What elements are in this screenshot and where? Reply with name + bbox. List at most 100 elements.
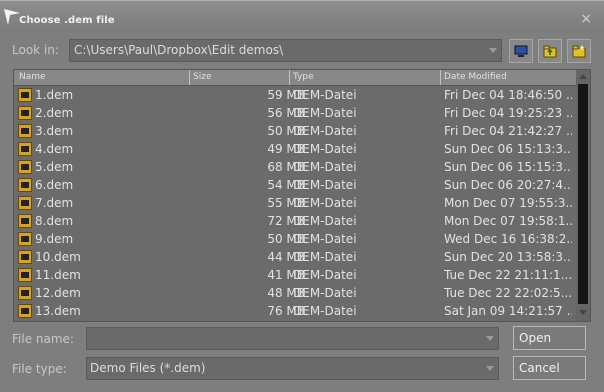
file-date-cell: Fri Dec 04 18:46:50 ... [444,88,572,102]
chevron-down-icon[interactable] [486,366,494,371]
dem-file-icon [18,142,32,156]
file-type-cell: DEM-Datei [293,214,357,228]
file-type-value: Demo Files (*.dem) [90,361,206,375]
dem-file-icon [18,232,32,246]
new-folder-icon [572,45,586,58]
scroll-down-icon[interactable] [579,310,587,315]
dem-file-icon [18,304,32,318]
table-row[interactable]: 4.dem 49 MB DEM-Datei Sun Dec 06 15:13:3... [14,140,577,158]
table-row[interactable]: 1.dem 59 MB DEM-Datei Fri Dec 04 18:46:50 .… [14,86,577,104]
table-row[interactable]: 2.dem 56 MB DEM-Datei Fri Dec 04 19:25:23 .… [14,104,577,122]
up-folder-icon [543,45,557,58]
file-name-cell: 9.dem [35,232,74,246]
table-row[interactable]: 6.dem 54 MB DEM-Datei Sun Dec 06 20:27:4... [14,176,577,194]
dem-file-icon [18,178,32,192]
file-type-cell: DEM-Datei [293,106,357,120]
file-date-cell: Tue Dec 22 22:02:5... [444,286,572,300]
file-type-cell: DEM-Datei [293,268,357,282]
file-name-cell: 11.dem [35,268,81,282]
file-date-cell: Wed Dec 16 16:38:2... [444,232,572,246]
file-name-cell: 2.dem [35,106,74,120]
file-name-cell: 12.dem [35,286,81,300]
table-row[interactable]: 11.dem 41 MB DEM-Datei Tue Dec 22 21:11:1..… [14,266,577,284]
table-row[interactable]: 9.dem 50 MB DEM-Datei Wed Dec 16 16:38:2... [14,230,577,248]
dem-file-icon [18,250,32,264]
file-type-cell: DEM-Datei [293,196,357,210]
file-type-cell: DEM-Datei [293,250,357,264]
file-date-cell: Fri Dec 04 21:42:27 ... [444,124,572,138]
dialog-corner-icon [4,9,20,25]
file-chooser-dialog: Choose .dem file × Look in: C:\Users\Pau… [0,0,604,392]
table-row[interactable]: 8.dem 72 MB DEM-Datei Mon Dec 07 19:58:1... [14,212,577,230]
scrollbar-thumb[interactable] [578,84,588,304]
file-date-cell: Sun Dec 20 13:58:3... [444,250,572,264]
table-row[interactable]: 3.dem 50 MB DEM-Datei Fri Dec 04 21:42:27 .… [14,122,577,140]
file-type-cell: DEM-Datei [293,142,357,156]
column-header-row: Name Size Type Date Modified [14,70,577,86]
file-name-cell: 7.dem [35,196,74,210]
up-folder-button[interactable] [538,39,562,63]
file-name-cell: 1.dem [35,88,74,102]
dialog-title: Choose .dem file [19,15,115,26]
file-name-cell: 13.dem [35,304,81,318]
file-date-cell: Sat Jan 09 14:21:57 ... [444,304,572,318]
file-name-field[interactable] [86,327,499,350]
file-name-cell: 10.dem [35,250,81,264]
file-type-select[interactable]: Demo Files (*.dem) [86,357,499,380]
file-type-cell: DEM-Datei [293,232,357,246]
file-name-cell: 4.dem [35,142,74,156]
table-row[interactable]: 5.dem 68 MB DEM-Datei Sun Dec 06 15:15:3... [14,158,577,176]
cancel-button[interactable]: Cancel [513,356,586,380]
file-date-cell: Tue Dec 22 21:11:1... [444,268,572,282]
file-type-cell: DEM-Datei [293,178,357,192]
file-date-cell: Mon Dec 07 19:55:3... [444,196,572,210]
close-icon[interactable]: × [580,12,592,26]
file-date-cell: Sun Dec 06 15:13:3... [444,142,572,156]
dem-file-icon [18,106,32,120]
look-in-path: C:\Users\Paul\Dropbox\Edit demos\ [74,43,284,57]
file-date-cell: Fri Dec 04 19:25:23 ... [444,106,572,120]
file-rows: 1.dem 59 MB DEM-Datei Fri Dec 04 18:46:50 .… [14,86,577,320]
dem-file-icon [18,124,32,138]
scroll-up-icon[interactable] [579,74,587,79]
look-in-combo[interactable]: C:\Users\Paul\Dropbox\Edit demos\ [69,39,502,62]
column-header-date[interactable]: Date Modified [444,72,507,83]
file-name-label: File name: [12,332,74,346]
file-date-cell: Sun Dec 06 15:15:3... [444,160,572,174]
file-name-cell: 5.dem [35,160,74,174]
file-name-cell: 8.dem [35,214,74,228]
column-header-name[interactable]: Name [19,72,46,83]
dem-file-icon [18,286,32,300]
chevron-down-icon[interactable] [486,336,494,341]
dem-file-icon [18,196,32,210]
file-type-cell: DEM-Datei [293,124,357,138]
file-date-cell: Mon Dec 07 19:58:1... [444,214,572,228]
file-name-cell: 3.dem [35,124,74,138]
column-header-size[interactable]: Size [193,72,211,83]
file-type-label: File type: [12,362,67,376]
table-row[interactable]: 13.dem 76 MB DEM-Datei Sat Jan 09 14:21:57 … [14,302,577,320]
desktop-icon [514,45,528,57]
file-name-cell: 6.dem [35,178,74,192]
file-type-cell: DEM-Datei [293,286,357,300]
file-list[interactable]: Name Size Type Date Modified 1.dem 59 MB D… [13,69,591,322]
desktop-button[interactable] [509,39,533,63]
table-row[interactable]: 7.dem 55 MB DEM-Datei Mon Dec 07 19:55:3... [14,194,577,212]
new-folder-button[interactable] [567,39,591,63]
dem-file-icon [18,160,32,174]
title-bar[interactable]: Choose .dem file × [0,1,604,31]
file-type-cell: DEM-Datei [293,304,357,318]
file-date-cell: Sun Dec 06 20:27:4... [444,178,572,192]
table-row[interactable]: 12.dem 48 MB DEM-Datei Tue Dec 22 22:02:5..… [14,284,577,302]
look-in-label: Look in: [12,43,59,57]
file-type-cell: DEM-Datei [293,160,357,174]
chevron-down-icon[interactable] [489,48,497,53]
table-row[interactable]: 10.dem 44 MB DEM-Datei Sun Dec 20 13:58:3..… [14,248,577,266]
dem-file-icon [18,214,32,228]
vertical-scrollbar[interactable] [576,70,590,321]
open-button[interactable]: Open [513,326,586,350]
dem-file-icon [18,88,32,102]
column-header-type[interactable]: Type [293,72,314,83]
dem-file-icon [18,268,32,282]
file-type-cell: DEM-Datei [293,88,357,102]
